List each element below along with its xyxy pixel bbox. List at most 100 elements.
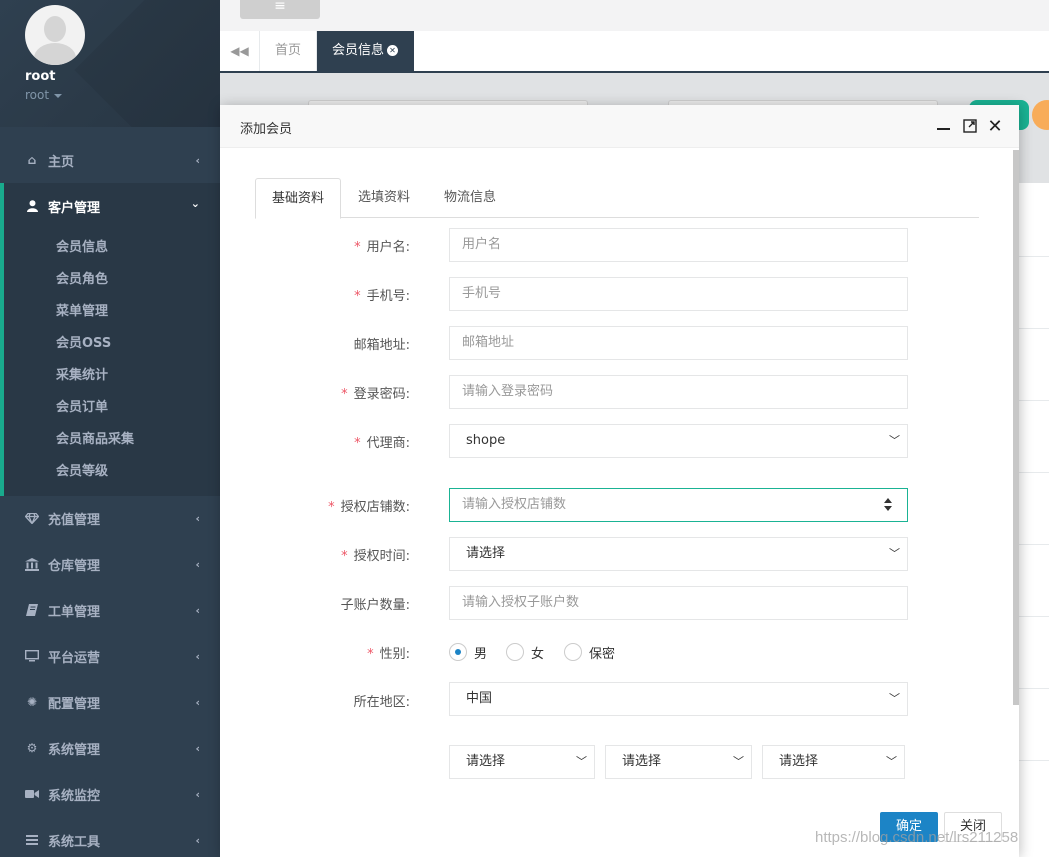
agent-select[interactable]: shope ﹀ [449, 424, 908, 458]
nav-item-home[interactable]: ⌂ 主页 ‹ [0, 137, 220, 183]
sub-accounts-input[interactable]: 请输入授权子账户数 [449, 586, 908, 620]
required-mark: * [367, 647, 374, 662]
submenu-item-member-level[interactable]: 会员等级 [56, 460, 108, 479]
chevron-down-icon: ﹀ [889, 434, 900, 447]
shops-number-input[interactable]: 请输入授权店铺数 [449, 488, 908, 522]
nav-label: 工单管理 [48, 604, 101, 620]
submenu-item-collect-stats[interactable]: 采集统计 [56, 364, 108, 383]
email-label: 邮箱地址: [210, 334, 410, 353]
nav-item-workorder[interactable]: 工单管理 ‹ [0, 587, 220, 633]
shops-label: * 授权店铺数: [210, 496, 410, 515]
nav-item-warehouse[interactable]: 仓库管理 ‹ [0, 541, 220, 587]
nav-item-config[interactable]: ✺ 配置管理 ‹ [0, 679, 220, 725]
hamburger-icon: ≡ [274, 0, 286, 14]
radio-icon[interactable] [564, 643, 582, 661]
agent-label: * 代理商: [210, 432, 410, 451]
submenu-item-member-info[interactable]: 会员信息 [56, 236, 108, 255]
home-icon: ⌂ [27, 153, 37, 167]
tabs-scroll-left-button[interactable]: ◀◀ [220, 31, 260, 71]
district-select[interactable]: 请选择 ﹀ [762, 745, 905, 779]
radio-icon[interactable] [506, 643, 524, 661]
nav-item-system[interactable]: ⚙ 系统管理 ‹ [0, 725, 220, 771]
bank-icon [25, 557, 39, 571]
profile-role-dropdown[interactable]: root [25, 88, 63, 102]
shops-label-text: 授权店铺数: [340, 500, 410, 515]
nav-item-tools[interactable]: 系统工具 ‹ [0, 817, 220, 857]
password-input[interactable]: 请输入登录密码 [449, 375, 908, 409]
close-icon[interactable]: ✕ [986, 116, 1004, 137]
province-select[interactable]: 请选择 ﹀ [449, 745, 595, 779]
tab-member-info[interactable]: 会员信息 ✕ [317, 31, 414, 71]
video-camera-icon [25, 787, 39, 801]
page-tabs-bar: ◀◀ 首页 会员信息 ✕ [220, 31, 1049, 73]
tab-home[interactable]: 首页 [260, 31, 317, 71]
phone-label-text: 手机号: [366, 289, 410, 304]
add-member-dialog: 添加会员 ✕ 基础资料 选填资料 物流信息 * 用户名: 用户名 * 手机号: 手机… [220, 105, 1019, 857]
nav-label: 主页 [48, 154, 75, 170]
nav-item-platform[interactable]: 平台运营 ‹ [0, 633, 220, 679]
number-spinner-icon[interactable] [883, 497, 893, 513]
submenu-item-member-oss[interactable]: 会员OSS [56, 332, 111, 351]
tab-label: 会员信息 [332, 43, 385, 58]
tab-close-icon[interactable]: ✕ [387, 45, 399, 56]
gender-radio-female[interactable]: 女 [506, 642, 544, 662]
maximize-icon[interactable] [961, 117, 979, 135]
tab-basic-info[interactable]: 基础资料 [255, 178, 341, 219]
shops-placeholder: 请输入授权店铺数 [462, 497, 567, 512]
nav-item-monitor[interactable]: 系统监控 ‹ [0, 771, 220, 817]
submenu-item-menu-manage[interactable]: 菜单管理 [56, 300, 108, 319]
nav-label: 仓库管理 [48, 558, 101, 574]
tab-optional-info[interactable]: 选填资料 [341, 178, 427, 218]
required-mark: * [354, 436, 361, 451]
chevron-left-icon: ‹ [195, 512, 200, 525]
profile-name: root [25, 69, 56, 84]
city-select[interactable]: 请选择 ﹀ [605, 745, 752, 779]
chevron-left-icon: ‹ [195, 696, 200, 709]
nav-label: 配置管理 [48, 696, 101, 712]
avatar[interactable] [25, 5, 85, 65]
caret-down-icon [54, 93, 63, 98]
book-icon [25, 603, 39, 617]
phone-input[interactable]: 手机号 [449, 277, 908, 311]
gender-label: * 性别: [210, 643, 410, 662]
minimize-icon[interactable] [934, 117, 952, 135]
chevron-down-icon: ﹀ [889, 692, 900, 705]
chevron-left-icon: ‹ [195, 604, 200, 617]
tab-logistics-info[interactable]: 物流信息 [427, 178, 513, 218]
city-value: 请选择 [622, 754, 662, 769]
email-input[interactable]: 邮箱地址 [449, 326, 908, 360]
bg-row-divider [1018, 328, 1049, 329]
bg-row-divider [1018, 760, 1049, 761]
nav-item-customer[interactable]: 客户管理 ⌄ [0, 183, 220, 229]
nav-label: 系统管理 [48, 742, 101, 758]
bg-row-divider [1018, 256, 1049, 257]
submenu-customer: 会员信息 会员角色 菜单管理 会员OSS 采集统计 会员订单 会员商品采集 会员… [0, 228, 220, 496]
required-mark: * [354, 289, 361, 304]
gender-label-text: 性别: [379, 647, 410, 662]
submenu-item-goods-collect[interactable]: 会员商品采集 [56, 428, 134, 447]
gender-radio-secret[interactable]: 保密 [564, 642, 615, 662]
bg-row-divider [1018, 616, 1049, 617]
menu-toggle-button[interactable]: ≡ [240, 0, 320, 19]
password-label-text: 登录密码: [353, 387, 410, 402]
agent-value: shope [466, 433, 506, 448]
auth-time-value: 请选择 [466, 546, 506, 561]
dialog-scrollbar[interactable] [1013, 150, 1019, 705]
phone-label: * 手机号: [210, 285, 410, 304]
chevron-down-icon: ﹀ [889, 547, 900, 560]
region-country-select[interactable]: 中国 ﹀ [449, 682, 908, 716]
submenu-item-member-role[interactable]: 会员角色 [56, 268, 108, 287]
radio-checked-icon[interactable] [449, 643, 467, 661]
profile-role: root [25, 88, 50, 102]
gender-radio-male[interactable]: 男 [449, 642, 487, 662]
auth-time-select[interactable]: 请选择 ﹀ [449, 537, 908, 571]
username-input[interactable]: 用户名 [449, 228, 908, 262]
chevron-down-icon: ﹀ [886, 755, 897, 768]
form-tabs: 基础资料 选填资料 物流信息 [255, 178, 979, 219]
nav-item-recharge[interactable]: 充值管理 ‹ [0, 495, 220, 541]
chevron-left-icon: ‹ [195, 650, 200, 663]
chevron-left-icon: ‹ [195, 742, 200, 755]
sub-accounts-label: 子账户数量: [210, 594, 410, 613]
submenu-item-member-orders[interactable]: 会员订单 [56, 396, 108, 415]
username-placeholder: 用户名 [462, 237, 502, 252]
